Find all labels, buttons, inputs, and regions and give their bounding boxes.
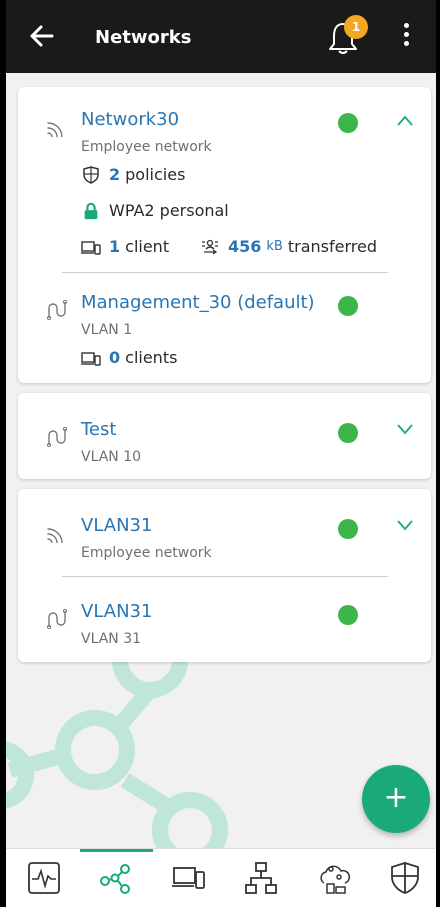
policies-count: 2 [109,165,121,184]
network-vlan: VLAN 10 [81,449,142,465]
chevron-up-icon[interactable] [396,113,414,127]
vlan-icon [46,426,68,447]
security-line: WPA2 personal [81,201,229,220]
network-name[interactable]: VLAN31 [81,515,152,536]
notification-badge: 1 [344,15,368,39]
transfer-line: 456 kB transferred [200,237,377,256]
devices-icon [81,240,101,255]
activity-icon[interactable] [27,861,61,895]
clients-line[interactable]: 1 client [81,237,169,256]
policies-label: policies [125,165,186,184]
networks-icon[interactable] [98,861,132,895]
chevron-down-icon[interactable] [396,519,414,533]
status-online-indicator [338,423,358,443]
security-shield-icon[interactable] [388,861,422,895]
status-online-indicator [338,519,358,539]
transfer-value: 456 [228,237,262,256]
background-network-graphic [0,640,228,850]
security-type: WPA2 personal [109,201,229,220]
policies-line[interactable]: 2 policies [81,165,185,184]
data-transfer-icon [202,239,218,255]
vlan-icon [46,299,68,320]
lock-icon [84,202,98,219]
network-row-vlan31-wired[interactable]: VLAN31 VLAN 31 [18,601,431,651]
vlan-icon [46,608,68,629]
divider [62,272,388,273]
wifi-icon [47,122,63,137]
topology-icon[interactable] [244,861,278,895]
status-online-indicator [338,113,358,133]
network-vlan: VLAN 1 [81,322,133,338]
status-online-indicator [338,296,358,316]
shield-icon [83,165,99,184]
clients-line[interactable]: 0 clients [81,348,177,367]
network-vlan: VLAN 31 [81,631,142,647]
network-name[interactable]: VLAN31 [81,601,152,622]
add-network-button[interactable]: + [362,765,430,833]
status-online-indicator [338,605,358,625]
clients-label: client [125,237,170,256]
network-card-test[interactable]: Test VLAN 10 [18,393,431,479]
network-name[interactable]: Management_30 (default) [81,292,315,313]
clients-cloud-icon[interactable] [317,861,351,895]
network-name[interactable]: Test [81,419,116,440]
divider [62,576,388,577]
clients-count: 0 [109,348,121,367]
transfer-unit: kB [266,239,283,254]
clients-count: 1 [109,237,121,256]
back-arrow-icon[interactable] [28,22,56,50]
network-row-test[interactable]: Test VLAN 10 [18,419,431,469]
network-card-network30[interactable]: Network30 Employee network 2 policies WP… [18,87,431,383]
network-row-vlan31-wifi[interactable]: VLAN31 Employee network [18,515,431,565]
network-row-network30[interactable]: Network30 Employee network [18,109,431,159]
network-name[interactable]: Network30 [81,109,179,130]
devices-icon [81,351,101,366]
bottom-navigation [0,848,440,907]
active-tab-indicator [80,849,153,852]
transfer-label: transferred [287,237,377,256]
wifi-icon [47,528,63,543]
app-header: Networks 1 [0,0,440,73]
network-type: Employee network [81,545,212,561]
clients-label: clients [125,348,178,367]
network-card-vlan31[interactable]: VLAN31 Employee network VLAN31 VLAN 31 [18,489,431,662]
network-row-management30[interactable]: Management_30 (default) VLAN 1 [18,292,431,342]
more-options-icon[interactable] [400,23,412,53]
chevron-down-icon[interactable] [396,423,414,437]
devices-icon[interactable] [172,861,206,895]
page-title: Networks [95,27,192,48]
network-type: Employee network [81,139,212,155]
